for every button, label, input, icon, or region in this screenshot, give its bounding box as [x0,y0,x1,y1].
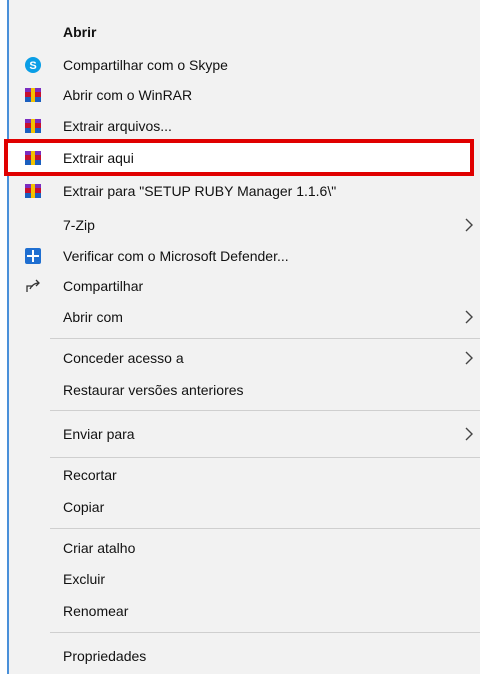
menu-item-propriedades[interactable]: Propriedades [9,641,480,671]
chevron-right-icon [465,351,473,365]
menu-item-label: Propriedades [63,648,147,664]
separator [50,632,480,633]
winrar-icon [25,184,41,198]
menu-item-conceder-acesso[interactable]: Conceder acesso a [9,343,480,373]
menu-item-label: Copiar [63,499,105,515]
winrar-icon [25,119,41,133]
menu-item-extrair-para[interactable]: Extrair para "SETUP RUBY Manager 1.1.6\" [9,176,480,206]
menu-left-edge [0,0,9,674]
menu-item-label: Recortar [63,467,117,483]
separator [50,410,480,411]
menu-item-extrair-arquivos[interactable]: Extrair arquivos... [9,111,480,141]
menu-item-compartilhar[interactable]: Compartilhar [9,271,480,301]
context-menu: Abrir S Compartilhar com o Skype Abrir c… [0,0,480,674]
separator [50,528,480,529]
separator [50,338,480,339]
menu-item-label: Compartilhar com o Skype [63,57,228,73]
menu-item-label: Extrair arquivos... [63,118,172,134]
share-icon [26,279,40,292]
menu-item-label: Enviar para [63,426,135,442]
menu-item-label: Abrir [63,24,97,40]
menu-item-enviar-para[interactable]: Enviar para [9,419,480,449]
menu-item-label: Compartilhar [63,278,144,294]
menu-item-excluir[interactable]: Excluir [9,564,480,594]
menu-item-criar-atalho[interactable]: Criar atalho [9,533,480,563]
menu-item-label: 7-Zip [63,217,95,233]
chevron-right-icon [465,310,473,324]
menu-item-label: Extrair aqui [63,150,134,166]
menu-item-label: Verificar com o Microsoft Defender... [63,248,289,264]
menu-item-renomear[interactable]: Renomear [9,596,480,626]
menu-item-label: Extrair para "SETUP RUBY Manager 1.1.6\" [63,183,337,199]
winrar-icon [25,88,41,102]
menu-item-recortar[interactable]: Recortar [9,460,480,490]
menu-item-extrair-aqui[interactable]: Extrair aqui [9,143,480,173]
menu-item-label: Conceder acesso a [63,350,184,366]
chevron-right-icon [465,427,473,441]
menu-item-abrir[interactable]: Abrir [9,17,480,47]
menu-item-abrir-winrar[interactable]: Abrir com o WinRAR [9,80,480,110]
chevron-right-icon [465,218,473,232]
defender-icon [25,248,41,264]
menu-item-label: Abrir com o WinRAR [63,87,193,103]
winrar-icon [25,151,41,165]
svg-text:S: S [29,60,36,72]
menu-item-compartilhar-skype[interactable]: S Compartilhar com o Skype [9,50,480,80]
menu-item-7zip[interactable]: 7-Zip [9,210,480,240]
menu-item-label: Restaurar versões anteriores [63,382,244,398]
skype-icon: S [25,57,41,73]
menu-item-label: Renomear [63,603,129,619]
menu-item-label: Abrir com [63,309,123,325]
menu-item-abrir-com[interactable]: Abrir com [9,302,480,332]
menu-item-copiar[interactable]: Copiar [9,492,480,522]
menu-item-verificar-defender[interactable]: Verificar com o Microsoft Defender... [9,241,480,271]
menu-item-label: Criar atalho [63,540,136,556]
menu-item-label: Excluir [63,571,106,587]
separator [50,457,480,458]
menu-item-restaurar-versoes[interactable]: Restaurar versões anteriores [9,375,480,405]
